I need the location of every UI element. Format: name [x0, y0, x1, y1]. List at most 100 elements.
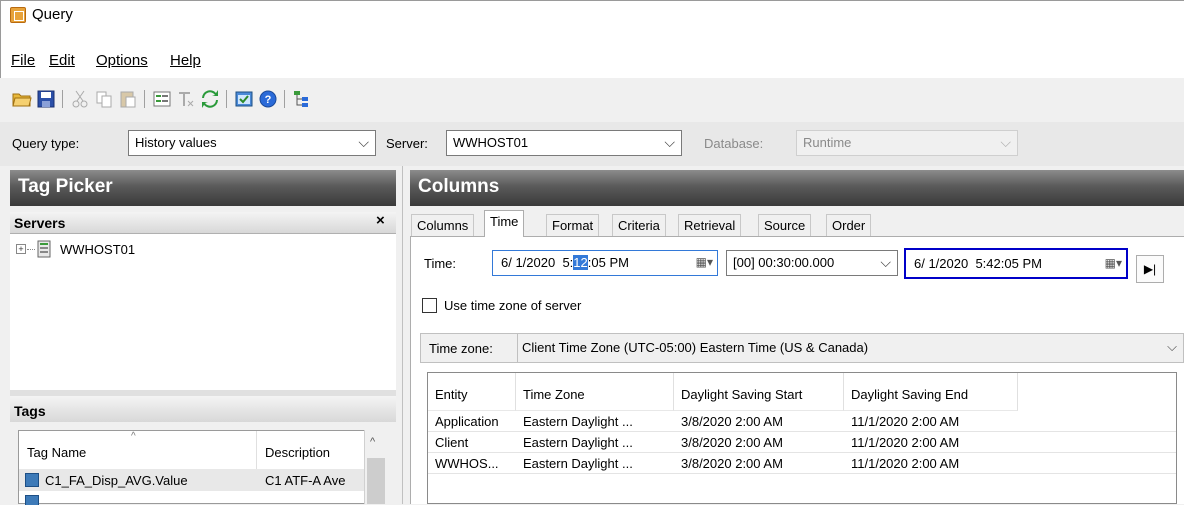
- end-time-picker[interactable]: 6/ 1/2020 5:42:05 PM ▦▾: [904, 248, 1128, 279]
- menu-options[interactable]: Options: [96, 52, 148, 69]
- tab-label: Order: [832, 218, 866, 233]
- query-type-dropdown[interactable]: History values ⌵: [128, 130, 376, 156]
- start-time-suffix: :05 PM: [587, 255, 629, 270]
- tab-label: Columns: [417, 218, 469, 233]
- toolbar-separator: [62, 90, 63, 108]
- tab-columns[interactable]: Columns: [411, 214, 475, 236]
- timezone-table: Entity Time Zone Daylight Saving Start D…: [427, 372, 1177, 504]
- help-icon[interactable]: ?: [258, 89, 278, 109]
- timezone-label: Time zone:: [429, 341, 493, 356]
- menu-file[interactable]: File: [11, 52, 35, 69]
- column-header-dst-start[interactable]: Daylight Saving Start: [674, 373, 844, 411]
- paste-icon[interactable]: [118, 89, 138, 109]
- tree-icon[interactable]: [292, 89, 312, 109]
- tree-connector: [27, 249, 35, 250]
- tab-retrieval[interactable]: Retrieval: [678, 214, 742, 236]
- column-header-time-zone[interactable]: Time Zone: [516, 373, 674, 411]
- dst-end-cell: 11/1/2020 2:00 AM: [851, 456, 960, 471]
- column-header-label: Description: [265, 445, 331, 460]
- menu-bar: File Edit Options Help: [0, 30, 1184, 78]
- table-row[interactable]: Application Eastern Daylight ... 3/8/202…: [428, 411, 1176, 432]
- table-row[interactable]: WWHOS... Eastern Daylight ... 3/8/2020 2…: [428, 453, 1176, 474]
- column-header-tag-name[interactable]: Tag Name ^: [19, 431, 257, 469]
- start-time-prefix: 5:: [562, 255, 574, 270]
- menu-help-label: Help: [170, 52, 201, 69]
- zone-cell: Eastern Daylight ...: [523, 414, 633, 429]
- timezone-row: Time zone: Client Time Zone (UTC-05:00) …: [420, 333, 1184, 363]
- column-header-description[interactable]: Description: [257, 431, 365, 469]
- tab-label: Retrieval: [684, 218, 736, 233]
- tab-order[interactable]: Order: [826, 214, 872, 236]
- dst-end-cell: 11/1/2020 2:00 AM: [851, 435, 960, 450]
- servers-title: Servers: [14, 215, 66, 231]
- tags-title: Tags: [14, 403, 46, 419]
- query-strip: Query type: History values ⌵ Server: WWH…: [0, 122, 1184, 166]
- open-folder-icon[interactable]: [12, 89, 32, 109]
- end-date: 6/ 1/2020: [914, 256, 969, 271]
- app-icon: [10, 7, 26, 23]
- tag-name-cell: C1_FA_Disp_AVG.Value: [45, 473, 188, 488]
- calendar-icon[interactable]: ▦▾: [696, 255, 713, 269]
- time-label: Time:: [424, 256, 457, 271]
- chevron-down-icon: ⌵: [1167, 339, 1177, 354]
- servers-tree: [10, 234, 396, 390]
- chevron-down-icon: ⌵: [1000, 134, 1011, 150]
- tag-picker-title: Tag Picker: [18, 176, 113, 197]
- table-row[interactable]: C1_FA_Disp_AVG.Value C1 ATF-A Ave: [19, 469, 365, 491]
- start-time-picker[interactable]: 6/ 1/2020 5:12:05 PM ▦▾: [492, 250, 718, 276]
- skip-forward-icon: ▶|: [1143, 262, 1157, 276]
- server-value: WWHOST01: [453, 135, 529, 150]
- tree-item-wwhost01[interactable]: WWHOST01: [60, 242, 135, 257]
- cut-icon[interactable]: [70, 89, 90, 109]
- duration-value: [00] 00:30:00.000: [733, 255, 835, 270]
- server-dropdown[interactable]: WWHOST01 ⌵: [446, 130, 682, 156]
- toolbar-separator: [226, 90, 227, 108]
- table-row[interactable]: [19, 493, 365, 505]
- svg-text:?: ?: [265, 94, 272, 106]
- toolbar-separator: [144, 90, 145, 108]
- close-icon[interactable]: ×: [376, 212, 385, 229]
- menu-edit[interactable]: Edit: [49, 52, 75, 69]
- window-title: Query: [32, 6, 73, 23]
- clear-format-icon[interactable]: [176, 89, 196, 109]
- refresh-icon[interactable]: [200, 89, 220, 109]
- database-dropdown: Runtime ⌵: [796, 130, 1018, 156]
- tab-label: Criteria: [618, 218, 660, 233]
- tab-time[interactable]: Time: [484, 210, 525, 237]
- chevron-down-icon: ⌵: [358, 134, 369, 150]
- start-date: 6/ 1/2020: [501, 255, 556, 270]
- duration-dropdown[interactable]: [00] 00:30:00.000 ⌵: [726, 250, 898, 276]
- chevron-down-icon: ⌵: [880, 254, 891, 270]
- tab-criteria[interactable]: Criteria: [612, 214, 666, 236]
- tab-format[interactable]: Format: [546, 214, 600, 236]
- expand-icon[interactable]: +: [16, 244, 26, 254]
- database-value: Runtime: [803, 135, 852, 150]
- go-to-end-button[interactable]: ▶|: [1136, 255, 1164, 283]
- preview-icon[interactable]: [234, 89, 254, 109]
- zone-cell: Eastern Daylight ...: [523, 456, 633, 471]
- menu-file-label: File: [11, 52, 36, 69]
- use-server-timezone-checkbox[interactable]: [422, 298, 437, 313]
- column-header-dst-end[interactable]: Daylight Saving End: [844, 373, 1018, 411]
- query-type-value: History values: [135, 135, 217, 150]
- tag-icon: [25, 473, 39, 487]
- query-type-label: Query type:: [12, 136, 80, 151]
- table-row[interactable]: Client Eastern Daylight ... 3/8/2020 2:0…: [428, 432, 1176, 453]
- column-header-entity[interactable]: Entity: [428, 373, 516, 411]
- tab-label: Format: [552, 218, 594, 233]
- tab-source[interactable]: Source: [758, 214, 812, 236]
- zone-cell: Eastern Daylight ...: [523, 435, 633, 450]
- copy-icon[interactable]: [94, 89, 114, 109]
- properties-icon[interactable]: [152, 89, 172, 109]
- scrollbar-thumb[interactable]: [367, 458, 385, 504]
- column-header-label: Entity: [435, 387, 468, 402]
- calendar-icon[interactable]: ▦▾: [1105, 256, 1122, 270]
- columns-header: Columns: [410, 170, 1184, 206]
- save-icon[interactable]: [36, 89, 56, 109]
- dst-start-cell: 3/8/2020 2:00 AM: [681, 414, 783, 429]
- scroll-up-icon[interactable]: ^: [370, 436, 375, 448]
- database-label: Database:: [704, 136, 764, 151]
- dst-start-cell: 3/8/2020 2:00 AM: [681, 456, 783, 471]
- timezone-dropdown[interactable]: Client Time Zone (UTC-05:00) Eastern Tim…: [517, 334, 1183, 362]
- menu-help[interactable]: Help: [170, 52, 201, 69]
